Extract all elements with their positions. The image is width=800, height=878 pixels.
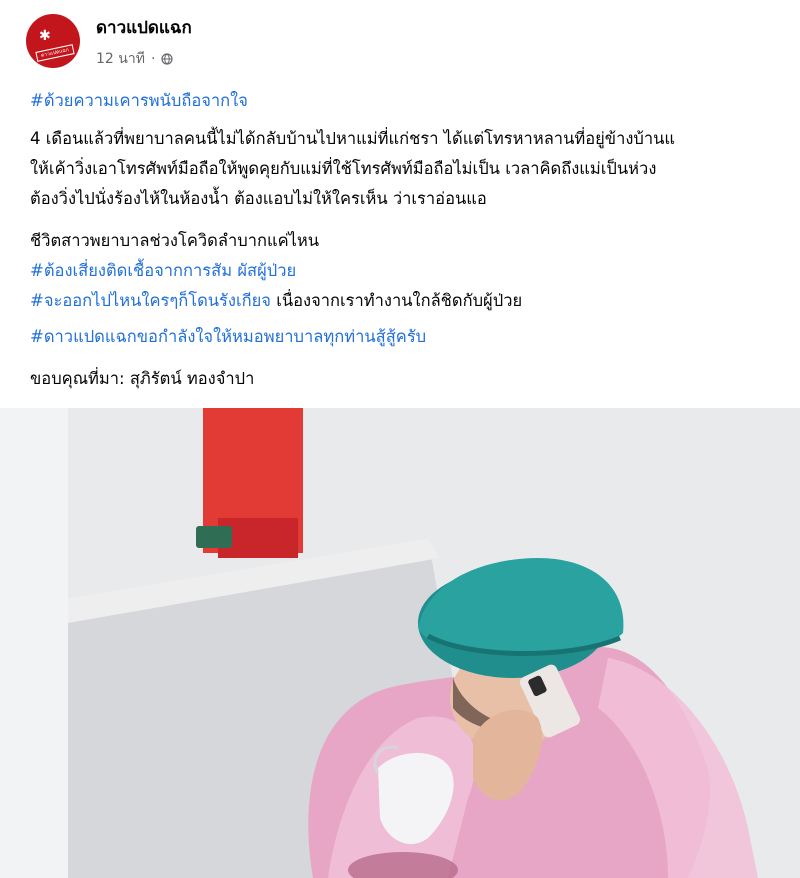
post-timestamp[interactable]: 12 นาที — [96, 48, 145, 70]
post-body: #ด้วยความเคารพนับถือจากใจ — [30, 86, 800, 116]
paragraph-line: 4 เดือนแล้วที่พยาบาลคนนี้ไม่ได้กลับบ้านไ… — [30, 129, 676, 148]
post-paragraph-2: ชีวิตสาวพยาบาลช่วงโควิดลำบากแค่ไหน #ต้อง… — [30, 226, 800, 316]
post-credit: ขอบคุณที่มา: สุภิรัตน์ ทองจำปา — [30, 364, 800, 394]
hashtag-link[interactable]: #ต้องเสี่ยงติดเชื้อจากการสัม ผัสผู้ป่วย — [30, 256, 800, 286]
avatar-stamp-text: ดาวแปดแฉก — [40, 47, 70, 59]
hashtag-link[interactable]: #ด้วยความเคารพนับถือจากใจ — [30, 86, 800, 116]
hashtag-link[interactable]: #จะออกไปไหนใครๆก็โดนรังเกียจ — [30, 291, 271, 310]
avatar-stamp: ดาวแปดแฉก — [35, 44, 75, 62]
paragraph-line: ชีวิตสาวพยาบาลช่วงโควิดลำบากแค่ไหน — [30, 231, 320, 250]
post-photo[interactable] — [0, 408, 800, 878]
post-meta: 12 นาที · — [96, 48, 173, 70]
paragraph-line: ต้องวิ่งไปนั่งร้องไห้ในห้องน้ำ ต้องแอบไม… — [30, 189, 487, 208]
post-header: ✱ ดาวแปดแฉก ดาวแปดแฉก 12 นาที · — [26, 10, 726, 70]
star-logo-icon: ✱ — [39, 28, 51, 44]
post-paragraph-1: 4 เดือนแล้วที่พยาบาลคนนี้ไม่ได้กลับบ้านไ… — [30, 124, 800, 214]
facebook-post: ✱ ดาวแปดแฉก ดาวแปดแฉก 12 นาที · #ด้วยควา… — [0, 0, 800, 878]
post-paragraph-3: #ดาวแปดแฉกขอกำลังใจให้หมอพยาบาลทุกท่านสู… — [30, 322, 800, 352]
meta-separator: · — [150, 51, 156, 67]
globe-icon[interactable] — [161, 53, 173, 65]
hashtag-link[interactable]: #ดาวแปดแฉกขอกำลังใจให้หมอพยาบาลทุกท่านสู… — [30, 322, 800, 352]
paragraph-text: เนื่องจากเราทำงานใกล้ชิดกับผู้ป่วย — [270, 291, 523, 310]
page-name-link[interactable]: ดาวแปดแฉก — [96, 14, 192, 41]
nurse-photo-illustration — [68, 408, 800, 878]
page-avatar[interactable]: ✱ ดาวแปดแฉก — [26, 14, 80, 68]
paragraph-line: ให้เค้าวิ่งเอาโทรศัพท์มือถือให้พูดคุยกับ… — [30, 159, 657, 178]
credit-text: ขอบคุณที่มา: สุภิรัตน์ ทองจำปา — [30, 369, 255, 388]
